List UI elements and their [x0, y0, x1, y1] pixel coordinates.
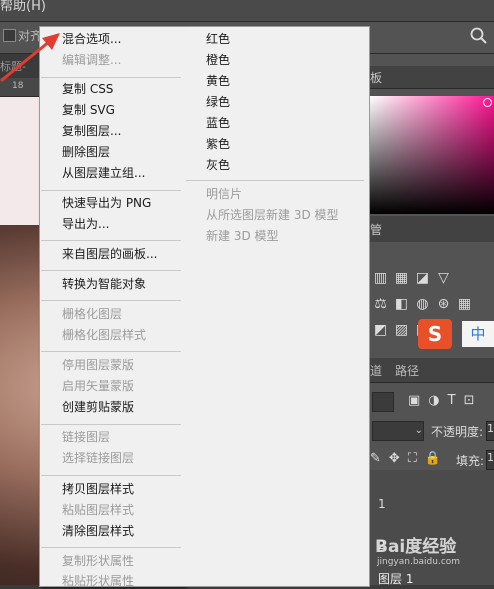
- annotation-arrow-icon: [0, 33, 60, 82]
